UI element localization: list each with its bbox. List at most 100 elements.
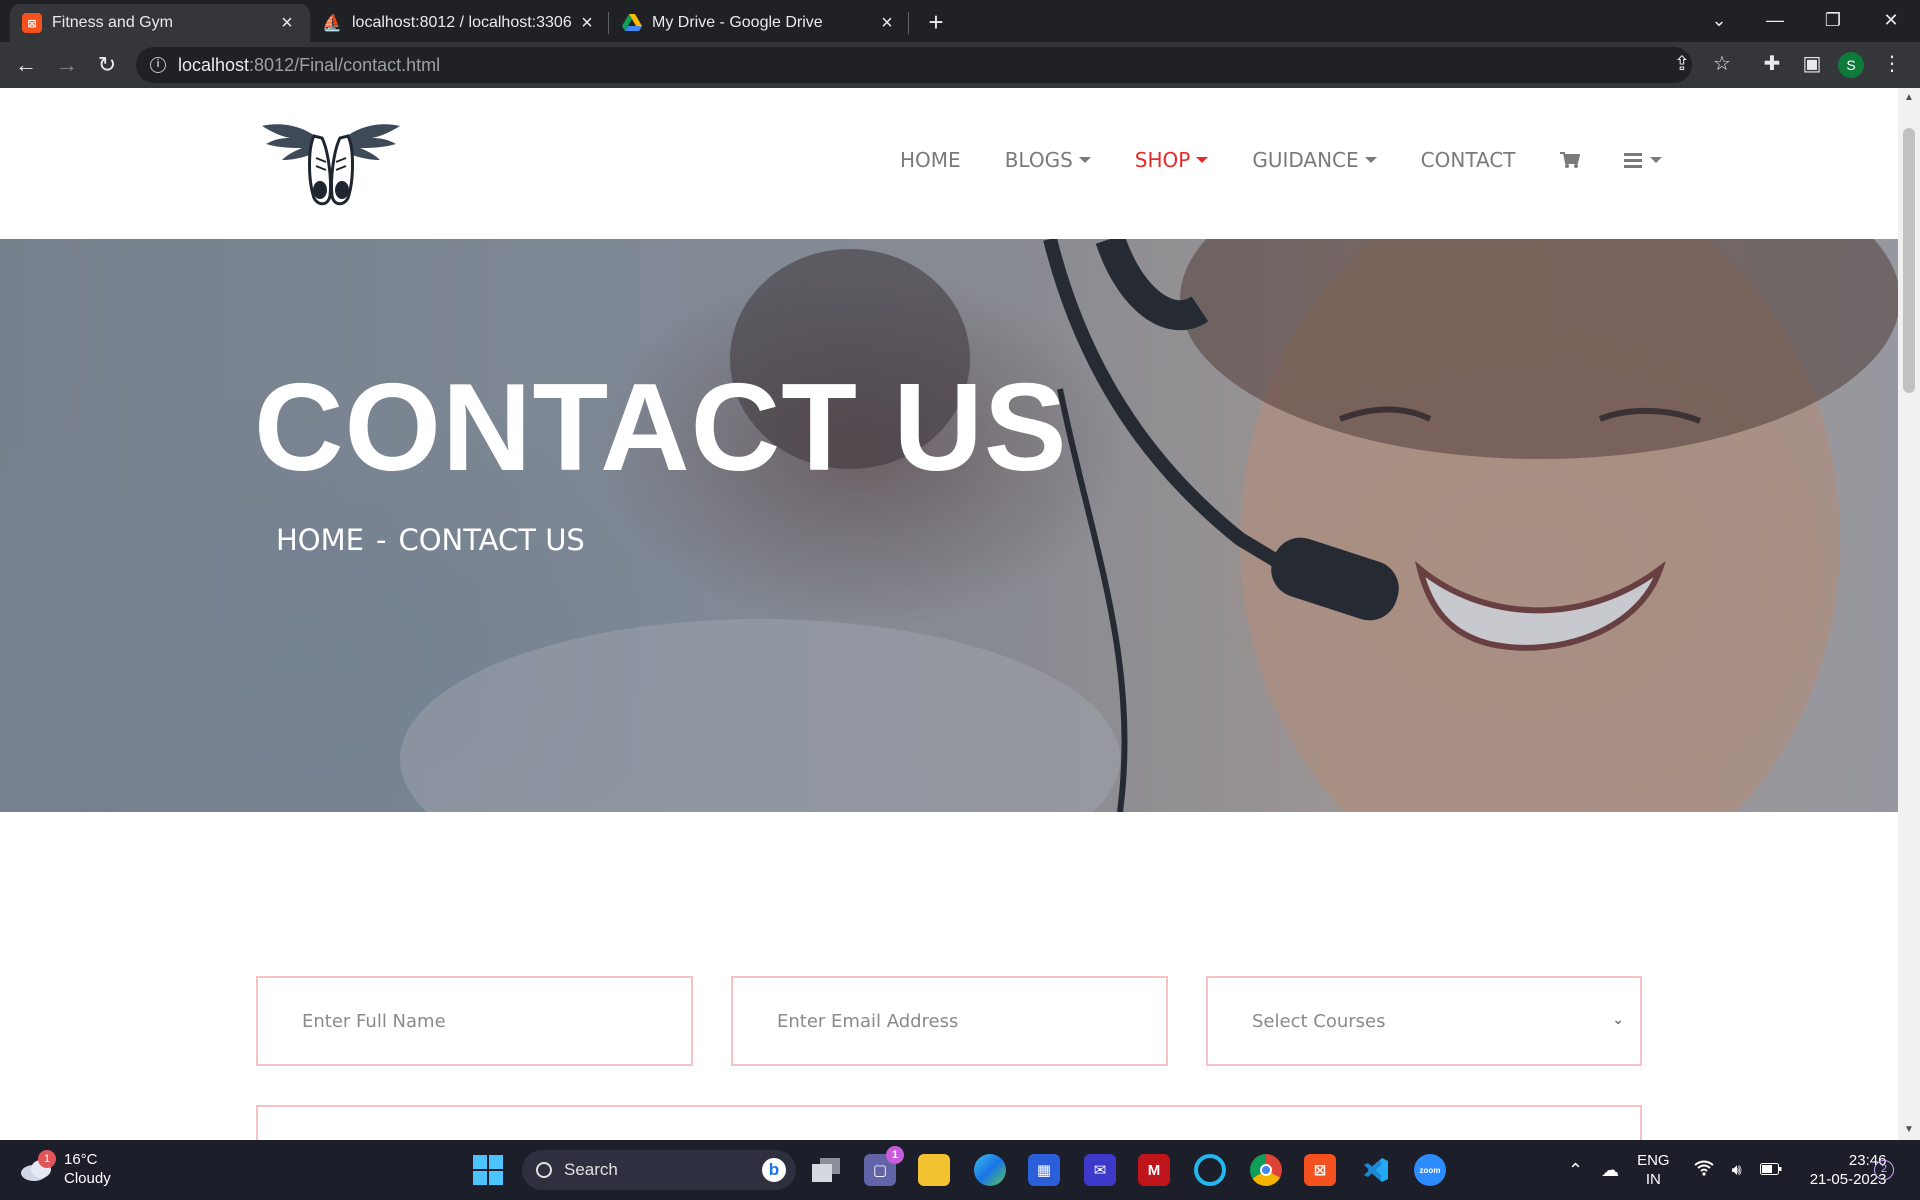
volume-icon[interactable]: 🔊︎ (1732, 1161, 1742, 1180)
cart-icon[interactable] (1559, 151, 1580, 169)
hero-banner: CONTACT US HOME - CONTACT US (0, 239, 1898, 812)
course-select-value: Select Courses (1252, 1010, 1386, 1032)
site-header: HOME BLOGS SHOP GUIDANCE CONTACT (0, 88, 1898, 239)
main-navigation: HOME BLOGS SHOP GUIDANCE CONTACT (900, 148, 1662, 172)
close-window-icon[interactable]: ✕ (1868, 0, 1914, 40)
breadcrumb-home[interactable]: HOME (276, 523, 364, 557)
caret-down-icon (1364, 157, 1377, 163)
windows-start-icon[interactable] (472, 1154, 504, 1186)
nav-home[interactable]: HOME (900, 148, 961, 172)
course-select[interactable]: Select Courses ⌄ (1206, 976, 1642, 1066)
caret-down-icon (1078, 157, 1091, 163)
tab-search-chevron-icon[interactable]: ⌄ (1696, 0, 1742, 40)
onedrive-cloud-icon[interactable]: ☁ (1601, 1160, 1619, 1180)
phpmyadmin-favicon-icon: ⛵ (322, 15, 342, 32)
site-info-icon[interactable]: i (150, 57, 166, 73)
nav-guidance[interactable]: GUIDANCE (1252, 148, 1377, 172)
edge-browser-icon[interactable] (974, 1154, 1006, 1186)
chrome-icon[interactable] (1250, 1154, 1282, 1186)
mail-app-icon[interactable]: ✉ (1084, 1154, 1116, 1186)
email-placeholder: Enter Email Address (777, 1010, 959, 1032)
weather-widget[interactable]: 1 16°C Cloudy (20, 1150, 111, 1188)
full-name-placeholder: Enter Full Name (302, 1010, 446, 1032)
nav-blogs[interactable]: BLOGS (1005, 148, 1091, 172)
windows-taskbar: 1 16°C Cloudy Search b ▢ 1 ▦ ✉ M ⊠ zoom … (0, 1140, 1920, 1200)
page-viewport: HOME BLOGS SHOP GUIDANCE CONTACT CONTACT… (0, 88, 1898, 1140)
breadcrumb-current: CONTACT US (398, 523, 585, 557)
battery-icon[interactable] (1759, 1161, 1782, 1180)
teams-chat-icon[interactable]: ▢ 1 (864, 1146, 904, 1186)
hamburger-menu-icon[interactable] (1623, 152, 1662, 168)
close-tab-icon[interactable]: × (276, 12, 298, 34)
notification-count-badge[interactable]: 2 (1874, 1160, 1894, 1180)
reload-icon[interactable]: ↻ (93, 51, 121, 79)
breadcrumb-separator: - (375, 523, 387, 557)
breadcrumb: HOME - CONTACT US (276, 523, 585, 557)
nav-guidance-label: GUIDANCE (1252, 148, 1359, 172)
email-input[interactable]: Enter Email Address (731, 976, 1168, 1066)
language-indicator[interactable]: ENG IN (1637, 1151, 1670, 1189)
vscode-icon[interactable] (1360, 1154, 1392, 1186)
nav-home-label: HOME (900, 148, 961, 172)
taskbar-search-box[interactable]: Search b (522, 1150, 796, 1190)
xampp-icon[interactable]: ⊠ (1304, 1154, 1336, 1186)
nav-contact[interactable]: CONTACT (1421, 148, 1516, 172)
tab-fitness-and-gym[interactable]: ⊠ Fitness and Gym × (10, 4, 310, 42)
profile-avatar[interactable]: S (1838, 52, 1864, 78)
page-scrollbar[interactable]: ▲ ▼ (1898, 88, 1920, 1140)
scroll-up-arrow-icon[interactable]: ▲ (1903, 92, 1915, 104)
weather-temp: 16°C (64, 1151, 98, 1168)
tab-separator (608, 12, 609, 34)
bing-icon[interactable]: b (762, 1158, 786, 1182)
mcafee-icon[interactable]: M (1138, 1154, 1170, 1186)
store-glyph: ▦ (1036, 1162, 1052, 1179)
mcafee-glyph: M (1147, 1161, 1161, 1179)
share-icon[interactable]: ⇪ (1668, 50, 1696, 78)
address-bar[interactable]: i localhost:8012/Final/contact.html (136, 47, 1692, 83)
mail-glyph: ✉ (1093, 1162, 1107, 1179)
scrollbar-thumb[interactable] (1903, 128, 1915, 393)
hero-title: CONTACT US (254, 359, 1068, 497)
microsoft-store-icon[interactable]: ▦ (1028, 1154, 1060, 1186)
bookmark-star-icon[interactable]: ☆ (1708, 50, 1736, 78)
full-name-input[interactable]: Enter Full Name (256, 976, 693, 1066)
cortana-icon[interactable] (1194, 1154, 1226, 1186)
minimize-icon[interactable]: — (1752, 0, 1798, 40)
file-explorer-icon[interactable] (918, 1154, 950, 1186)
zoom-icon[interactable]: zoom (1414, 1154, 1446, 1186)
nav-blogs-label: BLOGS (1004, 148, 1073, 172)
scroll-down-arrow-icon[interactable]: ▼ (1903, 1124, 1915, 1136)
tab-title: localhost:8012 / localhost:3306 / (352, 14, 576, 31)
wifi-icon[interactable] (1693, 1160, 1714, 1181)
caret-down-icon (1649, 157, 1662, 163)
chevron-up-icon[interactable]: ⌃ (1568, 1160, 1583, 1180)
tab-phpmyadmin[interactable]: ⛵ localhost:8012 / localhost:3306 / × (310, 4, 610, 42)
nav-contact-label: CONTACT (1420, 148, 1516, 172)
lang-line2: IN (1645, 1171, 1661, 1188)
winged-shoes-logo[interactable] (262, 118, 400, 210)
nav-shop[interactable]: SHOP (1135, 148, 1209, 172)
weather-text: 16°C Cloudy (64, 1150, 111, 1188)
browser-menu-kebab-icon[interactable]: ⋮ (1878, 50, 1906, 78)
forward-arrow-icon[interactable]: → (53, 51, 81, 79)
message-textarea[interactable] (256, 1105, 1642, 1140)
google-drive-favicon-icon (622, 13, 642, 33)
extensions-puzzle-icon[interactable]: ✚ (1758, 50, 1786, 78)
taskbar-search-label: Search (564, 1160, 618, 1179)
cloud-icon: 1 (20, 1150, 56, 1182)
close-tab-icon[interactable]: × (576, 12, 598, 34)
back-arrow-icon[interactable]: ← (12, 51, 40, 79)
xampp-favicon-icon: ⊠ (22, 13, 42, 33)
tab-title: Fitness and Gym (52, 14, 173, 31)
browser-tab-bar: ⊠ Fitness and Gym × ⛵ localhost:8012 / l… (0, 0, 1920, 42)
new-tab-button[interactable]: + (922, 8, 950, 36)
tab-google-drive[interactable]: My Drive - Google Drive × (610, 4, 910, 42)
side-panel-icon[interactable]: ▣ (1798, 50, 1826, 78)
close-tab-icon[interactable]: × (876, 12, 898, 34)
restore-icon[interactable]: ❐ (1810, 0, 1856, 40)
chevron-down-icon: ⌄ (1612, 1012, 1624, 1028)
teams-glyph: ▢ (872, 1162, 888, 1179)
lang-line1: ENG (1637, 1152, 1670, 1169)
nav-shop-label: SHOP (1134, 148, 1191, 172)
task-view-icon[interactable] (810, 1154, 842, 1186)
